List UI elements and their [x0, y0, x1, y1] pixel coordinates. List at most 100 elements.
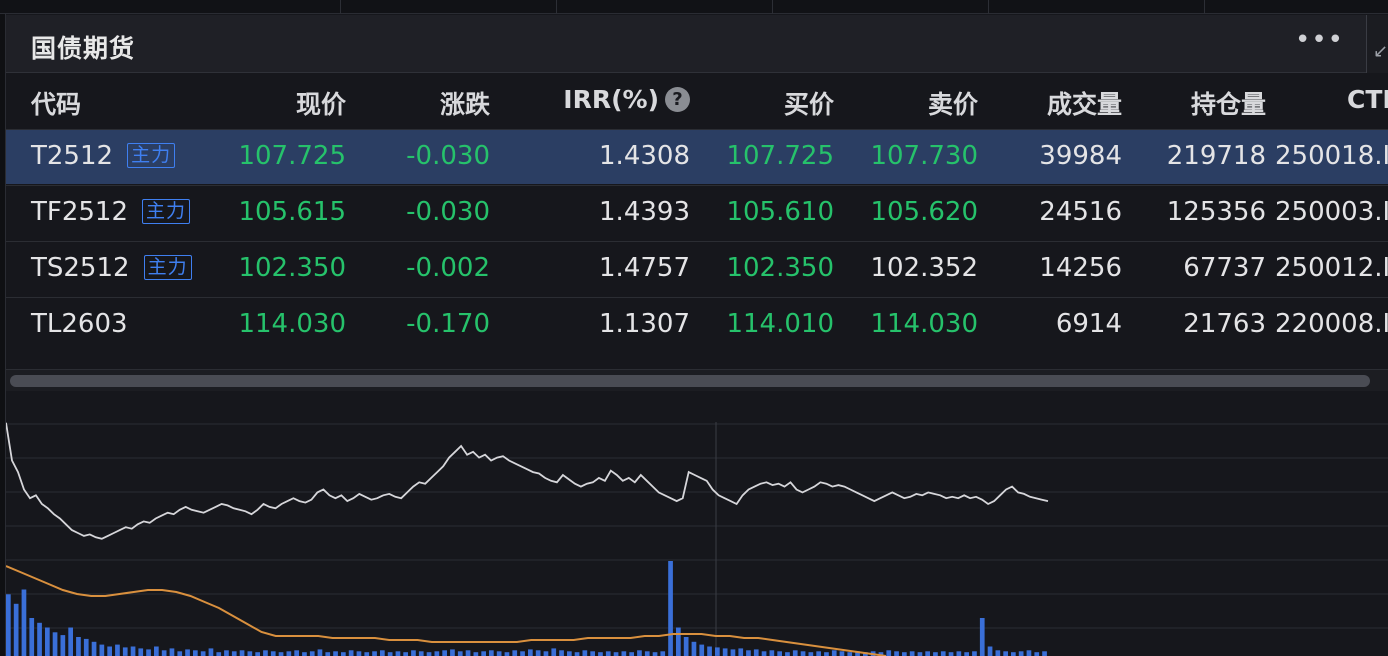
ask-cell: 114.030 [870, 309, 978, 339]
change-cell: -0.030 [406, 197, 490, 227]
volume-bar [621, 651, 627, 656]
volume-bar [1026, 650, 1032, 656]
column-header-ctd[interactable]: CTI [1347, 85, 1388, 114]
column-header-volume[interactable]: 成交量 [1047, 85, 1122, 121]
volume-bar [605, 651, 611, 656]
volume-bar [372, 651, 377, 656]
volume-bar [473, 652, 479, 656]
volume-bar [418, 651, 424, 656]
volume-bar [520, 651, 525, 656]
volume-bar [83, 638, 89, 656]
table-header: 代码 现价 涨跌 IRR(%)? 买价 卖价 成交量 持仓量 CTI [6, 73, 1388, 129]
volume-bar [691, 641, 697, 656]
volume-cell: 39984 [1039, 141, 1122, 171]
volume-bar [528, 649, 533, 656]
irr-cell: 1.4308 [599, 141, 690, 171]
irr-cell: 1.1307 [599, 309, 690, 339]
volume-bar [1003, 651, 1008, 656]
change-cell: -0.002 [406, 253, 490, 283]
volume-bar [395, 651, 401, 656]
bid-cell: 105.610 [726, 197, 834, 227]
open-interest-cell: 219718 [1166, 141, 1266, 171]
volume-bar [590, 651, 595, 656]
volume-bar [964, 652, 969, 656]
volume-bar [715, 647, 720, 656]
panel-resize-handle[interactable]: ↙ [1366, 15, 1388, 73]
volume-bar [777, 651, 782, 656]
column-header-change[interactable]: 涨跌 [440, 85, 490, 121]
volume-cell: 24516 [1039, 197, 1122, 227]
main-contract-badge: 主力 [142, 199, 191, 224]
volume-bar [894, 651, 899, 656]
volume-bar [286, 651, 292, 656]
volume-bar [115, 644, 120, 656]
volume-bar [122, 647, 128, 656]
volume-bar [380, 650, 385, 656]
horizontal-scrollbar[interactable] [6, 369, 1388, 391]
price-cell: 102.350 [238, 253, 346, 283]
table-row[interactable]: T2512 主力 107.725 -0.030 1.4308 107.725 107.730… [6, 129, 1388, 184]
price-cell: 114.030 [238, 309, 346, 339]
column-header-bid[interactable]: 买价 [784, 85, 834, 121]
volume-bar [325, 652, 331, 656]
volume-cell: 14256 [1039, 253, 1122, 283]
contract-code: T2512 [31, 141, 114, 171]
volume-bar [200, 651, 206, 656]
volume-bar [800, 651, 806, 656]
volume-bar [496, 651, 502, 656]
volume-bar [450, 649, 455, 656]
volume-bar [987, 646, 993, 656]
top-strip-divider [340, 0, 341, 14]
volume-bar [146, 649, 151, 656]
ctd-cell: 250003.I [1275, 197, 1388, 227]
volume-bar [668, 561, 673, 656]
volume-bar [1042, 651, 1047, 656]
bid-cell: 114.010 [726, 309, 834, 339]
volume-bar [341, 652, 346, 656]
volume-bar [676, 627, 681, 656]
ask-cell: 102.352 [870, 253, 978, 283]
bid-cell: 102.350 [726, 253, 834, 283]
volume-bar [847, 652, 853, 656]
volume-bar [255, 652, 260, 656]
volume-bar [457, 651, 463, 656]
volume-bar [543, 651, 549, 656]
column-header-price[interactable]: 现价 [296, 85, 346, 121]
more-options-button[interactable]: ••• [1295, 27, 1344, 53]
volume-bar [239, 650, 245, 656]
volume-bar [193, 650, 198, 656]
volume-bar [91, 641, 97, 656]
table-row[interactable]: TS2512 主力 102.350 -0.002 1.4757 102.350 102.35… [6, 241, 1388, 296]
volume-bar [270, 651, 276, 656]
volume-bar [177, 651, 183, 656]
column-header-irr[interactable]: IRR(%)? [563, 85, 690, 114]
volume-bar [574, 652, 580, 656]
column-header-open-interest[interactable]: 持仓量 [1191, 85, 1266, 121]
change-cell: -0.030 [406, 141, 490, 171]
volume-bar [722, 648, 728, 656]
volume-bar [333, 651, 338, 656]
table-row[interactable]: TF2512 主力 105.615 -0.030 1.4393 105.610 105.62… [6, 185, 1388, 240]
volume-bar [403, 652, 408, 656]
column-header-code[interactable]: 代码 [31, 85, 81, 121]
volume-bar [551, 648, 557, 656]
volume-bar [535, 650, 541, 656]
change-cell: -0.170 [406, 309, 490, 339]
volume-bar [909, 651, 915, 656]
volume-bar [130, 646, 136, 656]
volume-bar [1011, 652, 1016, 656]
volume-bar [956, 651, 962, 656]
table-row[interactable]: TL2603 114.030 -0.170 1.1307 114.010 114.030 6… [6, 297, 1388, 352]
volume-bar [442, 650, 447, 656]
volume-bar [68, 627, 73, 656]
scrollbar-thumb[interactable] [10, 375, 1370, 387]
column-header-ask[interactable]: 卖价 [928, 85, 978, 121]
volume-bar [1034, 652, 1040, 656]
help-icon[interactable]: ? [665, 87, 690, 112]
volume-bar [785, 652, 790, 656]
volume-bar [816, 651, 821, 656]
volume-bar [629, 652, 634, 656]
top-strip-divider [556, 0, 557, 14]
volume-bar [387, 652, 393, 656]
price-cell: 107.725 [238, 141, 346, 171]
